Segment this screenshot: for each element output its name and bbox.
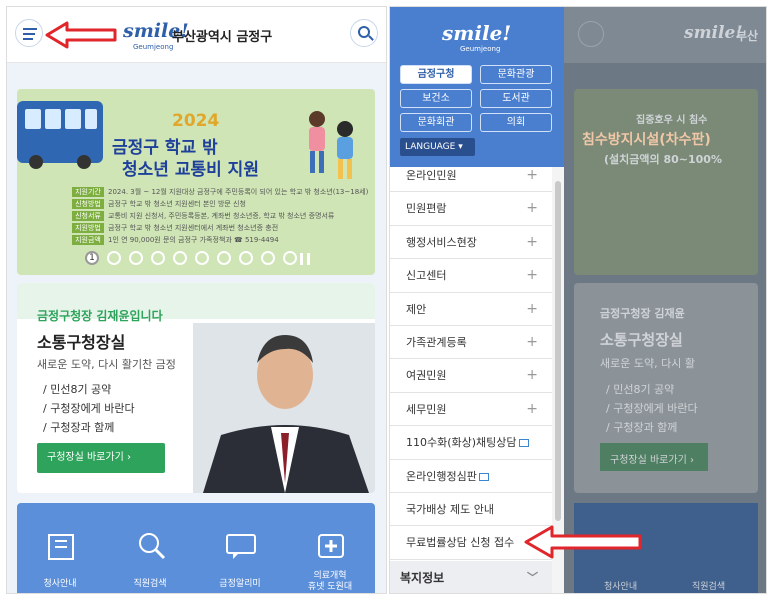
dim-hamburger-icon [578,21,604,47]
quick-menu: 청사안내 직원검색 금정알리미 의료개혁 휴넷 도원대 [17,503,375,593]
slide-dot[interactable] [261,251,275,265]
plus-icon: + [526,300,538,317]
menu-item-online-civil[interactable]: 온라인민원 + [390,159,552,193]
plus-icon: + [526,167,538,183]
plus-icon: + [526,200,538,217]
site-tab-health[interactable]: 보건소 [400,89,472,108]
annotation-arrow-left [45,21,117,49]
site-tab-geumjeong[interactable]: 금정구청 [400,65,472,84]
home-screen: smile! Geumjeong 부산광역시 금정구 2024 금정구 학교 밖… [6,6,387,594]
quick-item-medical[interactable]: 의료개혁 휴넷 도원대 [287,503,373,593]
menu-item-tax[interactable]: 세무민원 + [390,393,552,427]
menu-item-report-center[interactable]: 신고센터 + [390,259,552,293]
dimmed-banner: 집중호우 시 침수 침수방지시설(차수판) (설치금액의 80~100% [574,89,758,275]
banner-title-2: 청소년 교통비 지원 [122,160,259,180]
person-search-icon [139,533,166,560]
logo-sub: Geumjeong [133,43,174,51]
bus-illustration [17,101,103,169]
mayor-kicker: 금정구청장 김재윤입니다 [37,309,163,323]
plus-icon: + [526,267,538,284]
mayor-link[interactable]: / 민선8기 공약 [43,381,135,400]
menu-item-family-registry[interactable]: 가족관계등록 + [390,326,552,360]
slide-dot[interactable] [217,251,231,265]
dimmed-mayor-card: 금정구청장 김재윤 소통구청장실 새로운 도약, 다시 활 / 민선8기 공약 … [574,283,758,493]
drawer-menu-list: 온라인민원 + 민원편람 + 행정서비스현장 + 신고센터 + 제안 + 가족관계등록 + … [390,159,552,560]
drawer-logo-sub: Geumjeong [460,45,501,53]
quick-item-building[interactable]: 청사안내 [17,503,103,593]
mayor-link[interactable]: / 구청장과 함께 [43,419,135,438]
mayor-title: 소통구청장실 [37,333,126,352]
plus-icon: + [526,367,538,384]
quick-item-notice[interactable]: 금정알리미 [197,503,283,593]
quick-item-staff-search[interactable]: 직원검색 [107,503,193,593]
menu-item-online-appeal[interactable]: 온라인행정심판 [390,460,552,493]
drawer-logo[interactable]: smile! [442,21,511,45]
menu-item-admin-service[interactable]: 행정서비스현장 + [390,226,552,260]
slide-dot-active[interactable]: 1 [85,251,99,265]
mayor-photo [193,323,375,493]
banner-year: 2024 [172,111,220,131]
slide-dot[interactable] [107,251,121,265]
site-tab-council[interactable]: 의회 [480,113,552,132]
banner-slide[interactable]: 2024 금정구 학교 밖 청소년 교통비 지원 지원기간 2024. 3월 ~ … [17,89,375,275]
banner-info: 지원기간 2024. 3월 ~ 12월 지원대상 금정구에 주민등록이 되어 있는… [72,187,368,247]
slide-dot[interactable] [283,251,297,265]
slide-dot[interactable] [151,251,165,265]
annotation-arrow-left [524,525,642,559]
menu-item-guide[interactable]: 민원편람 + [390,192,552,226]
mayor-links: / 민선8기 공약 / 구청장에게 바란다 / 구청장과 함께 [43,381,135,438]
chat-board-icon [226,534,256,559]
hamburger-icon[interactable] [15,19,43,47]
slide-dot[interactable] [173,251,187,265]
language-button[interactable]: LANGUAGE ▾ [400,138,475,156]
menu-open-screen: smile! 부산 집중호우 시 침수 침수방지시설(차수판) (설치금액의 8… [389,6,767,594]
external-link-icon [478,472,489,481]
menu-item-passport[interactable]: 여권민원 + [390,359,552,393]
scrollbar-thumb[interactable] [555,181,561,521]
medical-icon [318,534,344,558]
chevron-down-icon: ﹀ [527,571,538,584]
site-name[interactable]: 부산광역시 금정구 [172,26,272,45]
mayor-link[interactable]: / 구청장에게 바란다 [43,400,135,419]
plus-icon: + [526,333,538,350]
slide-dot[interactable] [239,251,253,265]
menu-item-sign-chat[interactable]: 110수화(화상)채팅상담 [390,426,552,460]
side-drawer: smile! Geumjeong 금정구청 문화관광 보건소 도서관 문화회관 … [390,7,564,593]
search-icon[interactable] [350,19,378,47]
drawer-header: smile! Geumjeong 금정구청 문화관광 보건소 도서관 문화회관 … [390,7,564,167]
menu-item-proposal[interactable]: 제안 + [390,293,552,326]
building-icon [48,534,74,560]
site-tab-library[interactable]: 도서관 [480,89,552,108]
site-tab-culture[interactable]: 문화관광 [480,65,552,84]
students-illustration [309,111,353,179]
mayor-office-button[interactable]: 구청장실 바로가기 › [37,443,165,473]
plus-icon: + [526,400,538,417]
menu-item-compensation[interactable]: 국가배상 제도 안내 [390,493,552,527]
external-link-icon [518,439,529,448]
mayor-subtitle: 새로운 도약, 다시 활기찬 금정 [37,358,176,371]
section-welfare[interactable]: 복지정보 ﹀ [390,561,552,593]
slide-dot[interactable] [129,251,143,265]
slide-dot[interactable] [195,251,209,265]
site-tab-arts-center[interactable]: 문화회관 [400,113,472,132]
plus-icon: + [526,233,538,250]
pause-icon[interactable] [300,253,310,265]
mayor-card: 금정구청장 김재윤입니다 소통구청장실 새로운 도약, 다시 활기찬 금정 / … [17,283,375,493]
